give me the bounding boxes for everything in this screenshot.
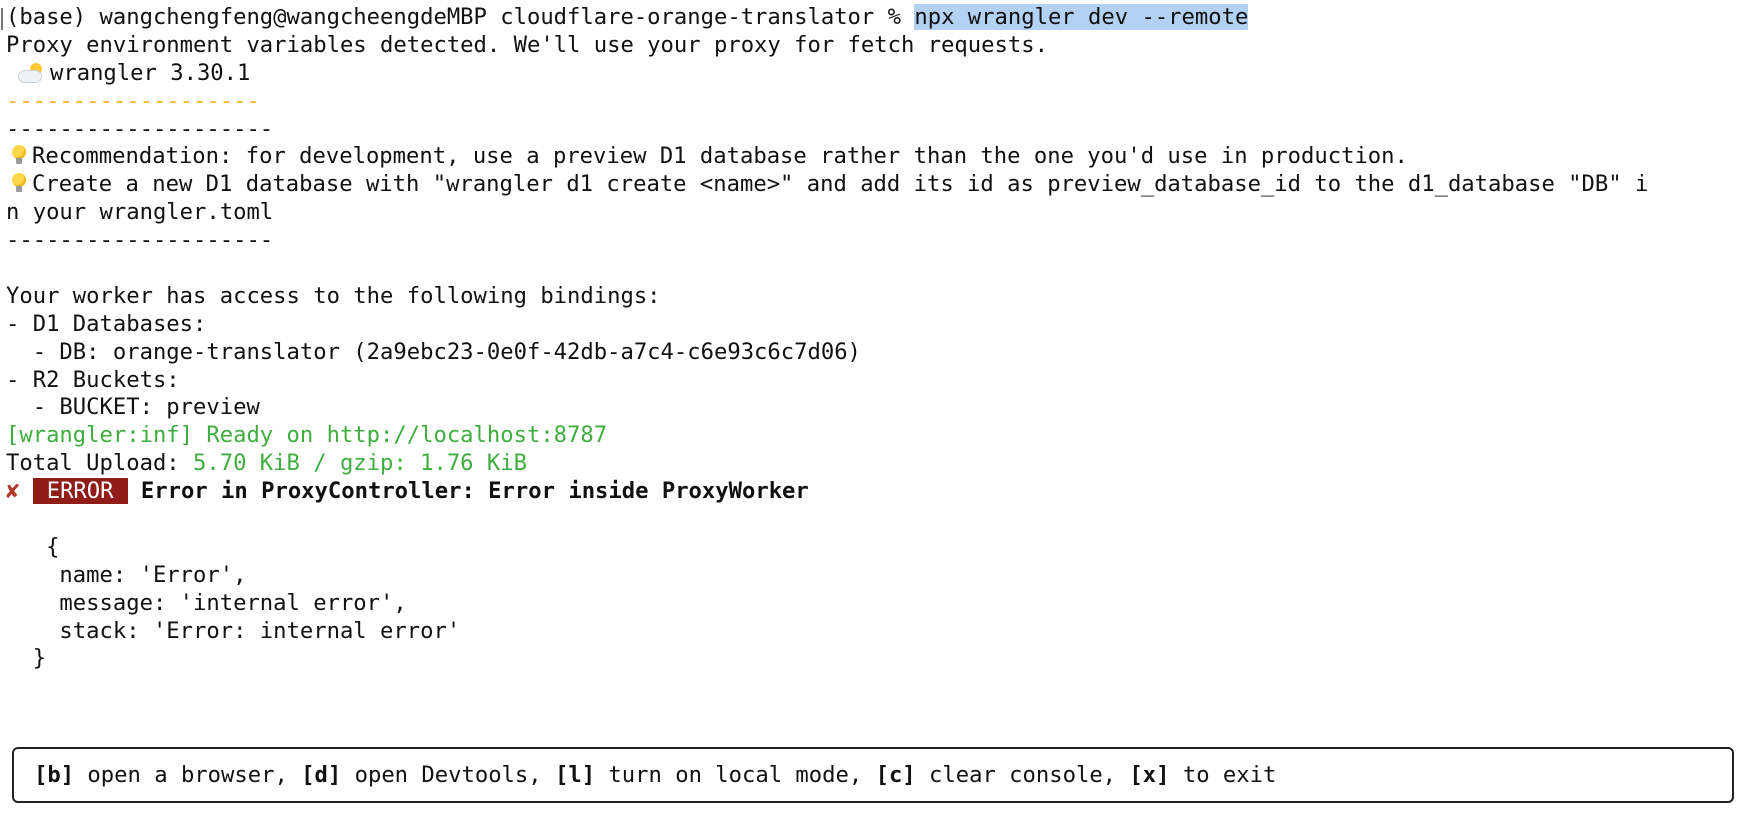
error-object-stack: stack: 'Error: internal error' (6, 617, 461, 644)
upload-value: 5.70 KiB / gzip: 1.76 KiB (193, 450, 527, 477)
recommendation-line-1: Recommendation: for development, use a p… (6, 143, 1742, 171)
error-object-message: message: 'internal error', (6, 589, 407, 616)
shortcut-label-browser: open a browser, (74, 762, 302, 788)
keyboard-shortcuts-bar: [b] open a browser, [d] open Devtools, [… (12, 747, 1734, 803)
divider-bottom: -------------------- (6, 227, 274, 254)
r2-heading: - R2 Buckets: (6, 366, 180, 393)
wrangler-version-line: wrangler 3.30.1 (6, 60, 1742, 88)
upload-line: Total Upload: 5.70 KiB / gzip: 1.76 KiB (6, 450, 1742, 478)
shortcut-label-devtools: open Devtools, (341, 762, 555, 788)
shortcut-label-exit: to exit (1169, 762, 1277, 788)
error-object-name: name: 'Error', (6, 561, 247, 588)
recommendation-line-2: Create a new D1 database with "wrangler … (6, 171, 1742, 199)
recommendation-text-2: Create a new D1 database with "wrangler … (32, 171, 1649, 198)
shortcut-label-local-mode: turn on local mode, (595, 762, 876, 788)
shortcut-key-local-mode[interactable]: [l] (555, 762, 595, 788)
error-badge: ERROR (32, 478, 128, 505)
r2-binding-item: - BUCKET: preview (6, 394, 260, 421)
d1-binding-item: - DB: orange-translator (2a9ebc23-0e0f-4… (6, 338, 861, 365)
prompt-line: (base) wangchengfeng@wangcheengdeMBP clo… (6, 4, 1742, 32)
error-cross-icon: ✘ (6, 478, 20, 505)
upload-label: Total Upload: (6, 450, 194, 477)
bindings-heading: Your worker has access to the following … (6, 282, 661, 309)
text-cursor (1, 8, 3, 30)
light-bulb-icon (12, 145, 26, 165)
d1-heading: - D1 Databases: (6, 310, 207, 337)
recommendation-line-2-wrap: n your wrangler.toml (6, 199, 274, 226)
error-object-open: { (6, 533, 60, 560)
shortcut-key-devtools[interactable]: [d] (301, 762, 341, 788)
proxy-notice: Proxy environment variables detected. We… (6, 31, 1048, 58)
sun-behind-cloud-icon (18, 62, 44, 83)
error-object-close: } (6, 645, 47, 672)
orange-divider: ------------------- (6, 87, 260, 114)
shortcut-key-exit[interactable]: [x] (1129, 762, 1169, 788)
ready-line[interactable]: [wrangler:inf] Ready on http://localhost… (6, 422, 1742, 450)
selected-command[interactable]: npx wrangler dev --remote (914, 4, 1249, 30)
error-line: ✘ ERROR Error in ProxyController: Error … (6, 478, 1742, 506)
shortcut-label-clear-console: clear console, (915, 762, 1130, 788)
recommendation-text-1: Recommendation: for development, use a p… (32, 143, 1408, 170)
divider-top: -------------------- (6, 115, 274, 142)
shortcut-key-clear-console[interactable]: [c] (876, 762, 916, 788)
terminal-window[interactable]: (base) wangchengfeng@wangcheengdeMBP clo… (0, 0, 1742, 830)
shortcut-key-browser[interactable]: [b] (34, 762, 74, 788)
error-message: Error in ProxyController: Error inside P… (140, 478, 809, 505)
wrangler-version: wrangler 3.30.1 (50, 59, 251, 86)
light-bulb-icon (12, 173, 26, 193)
shell-prompt: (base) wangchengfeng@wangcheengdeMBP clo… (6, 4, 915, 30)
